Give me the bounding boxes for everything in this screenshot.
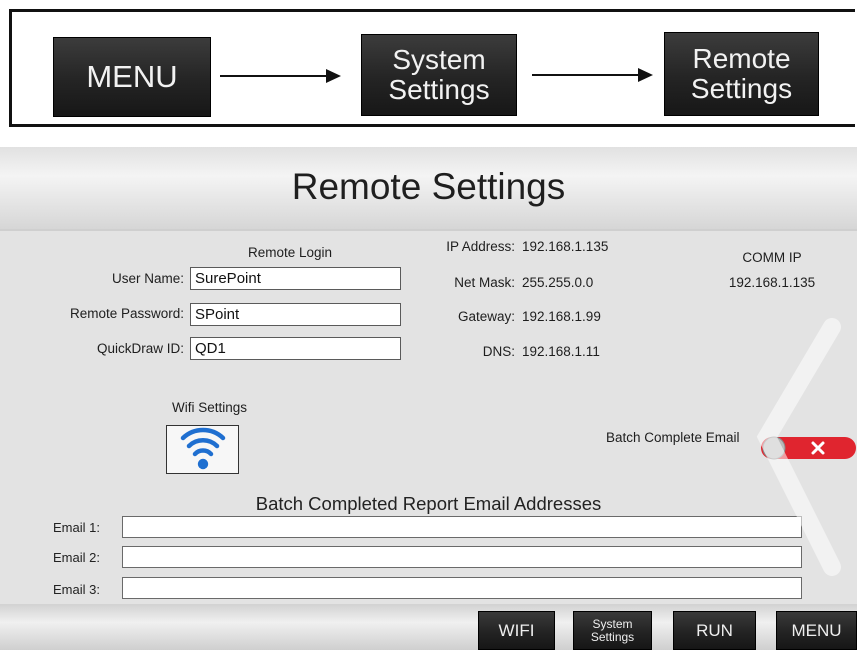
path-remote-settings-button[interactable]: Remote Settings	[664, 32, 819, 116]
remote-settings-screen: Remote Settings Remote Login User Name: …	[0, 147, 857, 650]
wifi-button-label: WIFI	[498, 620, 535, 640]
watermark	[756, 318, 841, 576]
ip-address-value: 192.168.1.135	[522, 239, 609, 254]
wifi-settings-button[interactable]	[166, 425, 239, 474]
email-3-field[interactable]	[122, 577, 802, 599]
page-title: Remote Settings	[291, 166, 566, 207]
remote-password-label: Remote Password:	[69, 306, 184, 321]
path-menu-button[interactable]: MENU	[53, 37, 211, 117]
wifi-button[interactable]: WIFI	[478, 611, 555, 650]
email-1-label: Email 1:	[53, 520, 100, 535]
user-name-field[interactable]	[190, 267, 401, 290]
remote-login-heading: Remote Login	[247, 245, 333, 260]
run-button[interactable]: RUN	[673, 611, 756, 650]
quickdraw-id-label: QuickDraw ID:	[96, 341, 184, 356]
path-system-settings-line-1: System	[392, 43, 486, 75]
menu-button-label: MENU	[791, 620, 842, 640]
email-section-title: Batch Completed Report Email Addresses	[255, 493, 602, 514]
menu-button[interactable]: MENU	[776, 611, 857, 650]
remote-password-field[interactable]	[190, 303, 401, 326]
path-system-settings-button[interactable]: System Settings	[361, 34, 517, 116]
system-settings-button[interactable]: System Settings	[573, 611, 652, 650]
net-mask-label: Net Mask:	[454, 275, 515, 290]
net-mask-value: 255.255.0.0	[522, 275, 594, 290]
path-remote-settings-line-2: Settings	[690, 73, 793, 104]
email-2-field[interactable]	[122, 546, 802, 568]
dns-label: DNS:	[482, 344, 515, 359]
ip-address-label: IP Address:	[446, 239, 515, 254]
wifi-icon	[180, 427, 226, 470]
path-system-settings-line-2: Settings	[388, 74, 490, 105]
quickdraw-id-field[interactable]	[190, 337, 401, 360]
batch-complete-email-label: Batch Complete Email	[606, 430, 740, 445]
user-name-label: User Name:	[111, 271, 184, 286]
path-menu-label: MENU	[86, 59, 178, 95]
path-remote-settings-line-1: Remote	[692, 42, 791, 74]
gateway-label: Gateway:	[457, 309, 515, 324]
email-1-field[interactable]	[122, 516, 802, 538]
wifi-settings-label: Wifi Settings	[172, 400, 248, 415]
comm-ip-value: 192.168.1.135	[728, 275, 816, 290]
arrow-right-icon	[532, 68, 653, 82]
run-button-label: RUN	[696, 620, 733, 640]
comm-ip-label: COMM IP	[742, 250, 802, 265]
email-2-label: Email 2:	[53, 550, 100, 565]
email-3-label: Email 3:	[53, 582, 100, 597]
gateway-value: 192.168.1.99	[522, 309, 601, 324]
system-settings-line-2: Settings	[590, 629, 635, 644]
arrow-right-icon	[220, 69, 341, 83]
system-settings-line-1: System	[592, 616, 633, 631]
dns-value: 192.168.1.11	[522, 344, 600, 359]
